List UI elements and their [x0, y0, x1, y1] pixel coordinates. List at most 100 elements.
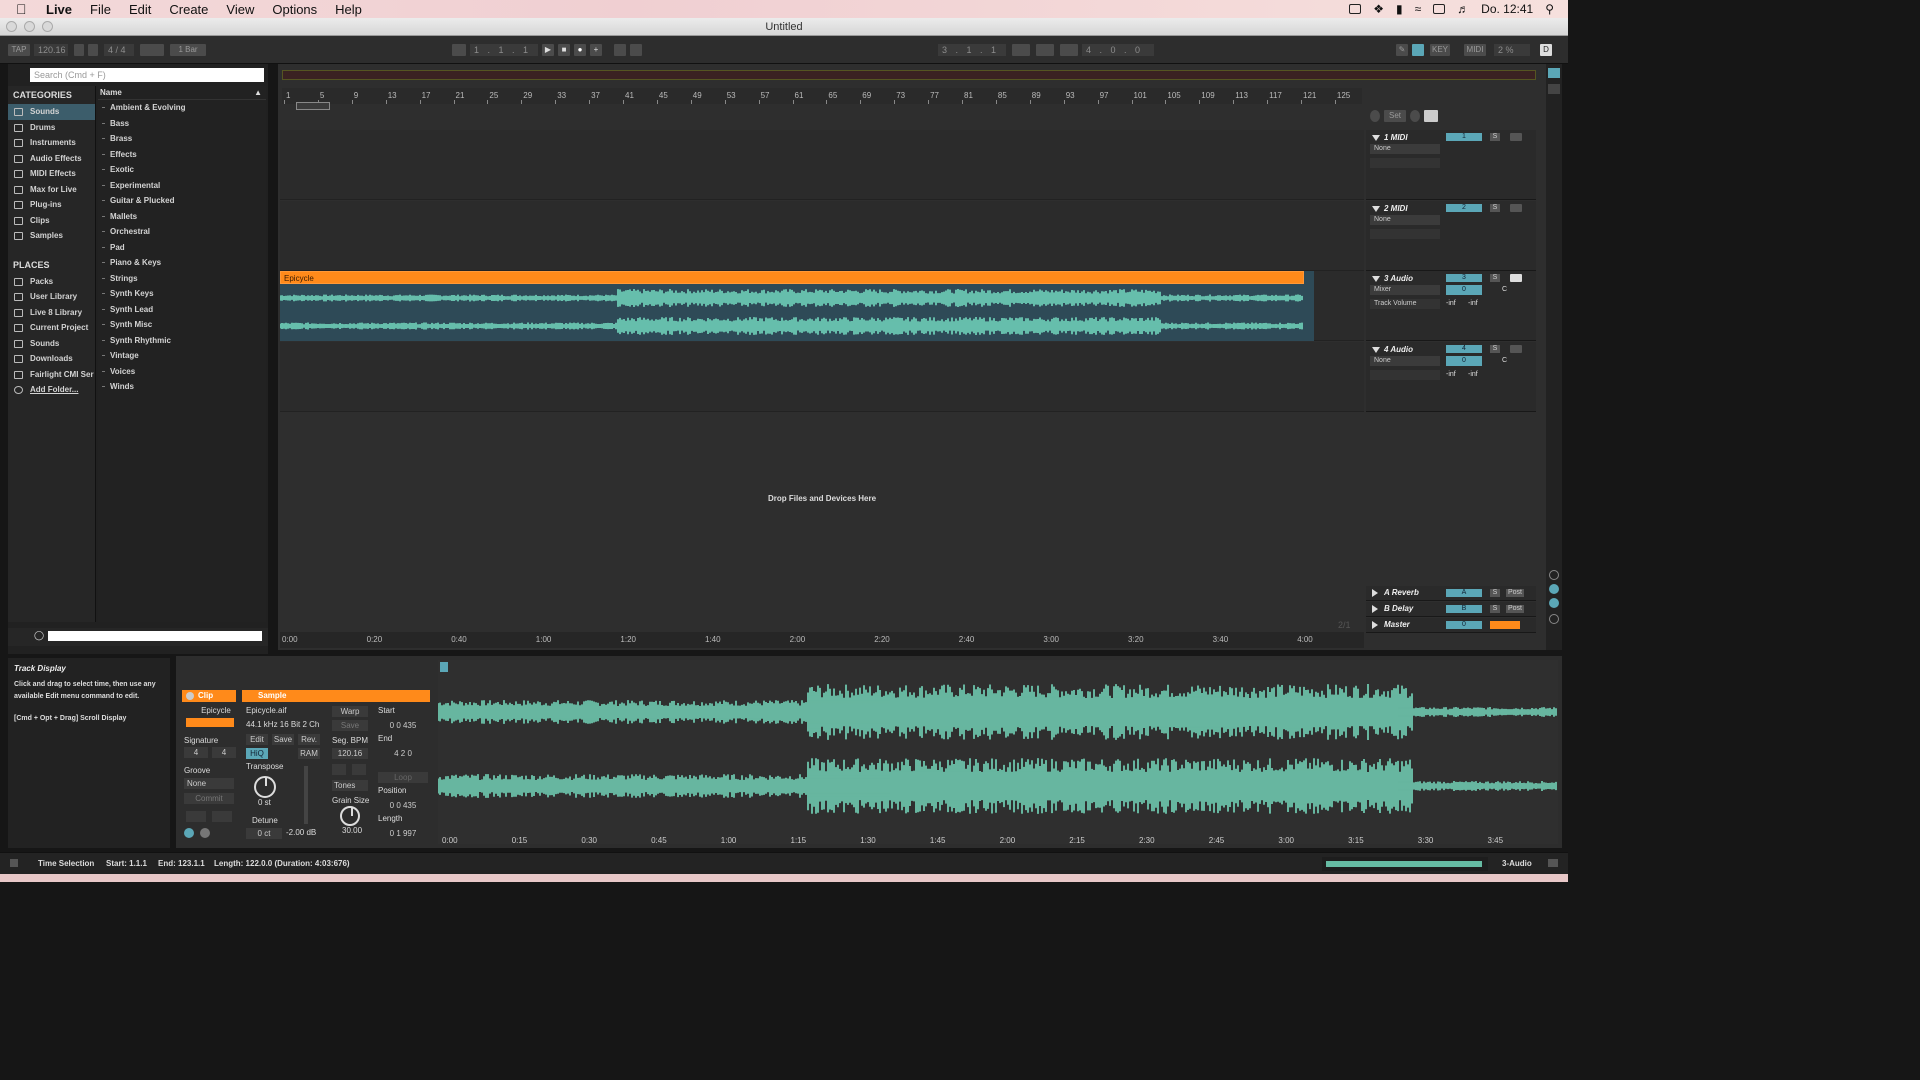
fold-icon[interactable] — [1372, 135, 1380, 141]
input-dropdown[interactable]: None — [1370, 356, 1440, 366]
category-clips[interactable]: Clips — [8, 213, 95, 229]
automation-param-dropdown[interactable]: Track Volume — [1370, 299, 1440, 309]
channel-dropdown[interactable] — [1370, 370, 1440, 380]
browser-list-item[interactable]: Guitar & Plucked — [98, 193, 266, 209]
track-name[interactable]: 3 Audio — [1384, 274, 1413, 283]
place-packs[interactable]: Packs — [8, 274, 95, 290]
place-current-project[interactable]: Current Project — [8, 320, 95, 336]
save-sample-button[interactable]: Save — [272, 734, 294, 745]
loop-brace[interactable] — [296, 102, 330, 110]
return-track-a-reverb[interactable]: A Reverb A S Post — [1366, 586, 1536, 601]
solo-button[interactable]: S — [1490, 605, 1500, 613]
track-activator[interactable]: B — [1446, 605, 1482, 613]
wifi-icon[interactable]: ≈ — [1415, 2, 1422, 16]
arm-icon[interactable] — [1510, 204, 1522, 212]
pan-field[interactable]: C — [1502, 356, 1507, 366]
add-folder-link[interactable]: Add Folder... — [8, 382, 95, 398]
record-button[interactable]: ● — [574, 44, 586, 56]
sample-tab[interactable]: Sample — [242, 690, 430, 702]
sort-arrow-icon[interactable]: ▲ — [254, 86, 262, 100]
category-samples[interactable]: Samples — [8, 228, 95, 244]
nudge-down-icon[interactable] — [74, 44, 84, 56]
fold-icon[interactable] — [1372, 621, 1378, 629]
browser-list-item[interactable]: Exotic — [98, 162, 266, 178]
track-activator[interactable]: A — [1446, 589, 1482, 597]
reverse-button[interactable]: Rev. — [298, 734, 320, 745]
browser-search-input[interactable]: Search (Cmd + F) — [30, 68, 264, 82]
place-sounds[interactable]: Sounds — [8, 336, 95, 352]
category-plug-ins[interactable]: Plug-ins — [8, 197, 95, 213]
place-downloads[interactable]: Downloads — [8, 351, 95, 367]
clip-name-field[interactable]: Epicycle — [196, 706, 236, 715]
follow-icon[interactable] — [452, 44, 466, 56]
battery-icon[interactable]: ▮ — [1396, 2, 1403, 16]
browser-list-item[interactable]: Effects — [98, 147, 266, 163]
track-lane-2-midi[interactable] — [280, 201, 1364, 271]
browser-list-item[interactable]: Voices — [98, 364, 266, 380]
browser-list-item[interactable]: Mallets — [98, 209, 266, 225]
draw-mode-icon[interactable]: ✎ — [1396, 44, 1408, 56]
key-map-button[interactable]: KEY — [1430, 44, 1450, 56]
commit-button[interactable]: Commit — [184, 793, 234, 804]
transpose-value[interactable]: 0 st — [258, 798, 271, 807]
volume-field[interactable]: 0 — [1446, 356, 1482, 366]
track-name[interactable]: B Delay — [1384, 604, 1413, 613]
browser-list-item[interactable]: Synth Lead — [98, 302, 266, 318]
seg-bpm-field[interactable]: 120.16 — [332, 748, 368, 759]
channel-dropdown[interactable] — [1370, 158, 1440, 168]
browser-list-item[interactable]: Bass — [98, 116, 266, 132]
close-window-icon[interactable] — [6, 21, 17, 32]
loop-button[interactable]: Loop — [378, 772, 428, 783]
fold-icon[interactable] — [1372, 276, 1380, 282]
returns-toggle-icon[interactable] — [1549, 598, 1559, 608]
track-activator[interactable]: 4 — [1446, 345, 1482, 353]
stop-button[interactable]: ■ — [558, 44, 570, 56]
fold-icon[interactable] — [1372, 589, 1378, 597]
category-max-for-live[interactable]: Max for Live — [8, 182, 95, 198]
track-activator[interactable]: 2 — [1446, 204, 1482, 212]
menu-edit[interactable]: Edit — [129, 2, 151, 17]
time-ruler[interactable]: 0:00 0:20 0:40 1:00 1:20 1:40 2:00 2:20 2:40 3:00… — [280, 632, 1364, 648]
midi-map-button[interactable]: MIDI — [1464, 44, 1486, 56]
menu-options[interactable]: Options — [272, 2, 317, 17]
clock-label[interactable]: Do. 12:41 — [1481, 2, 1533, 16]
return-track-b-delay[interactable]: B Delay B S Post — [1366, 602, 1536, 617]
edit-button[interactable]: Edit — [246, 734, 268, 745]
solo-button[interactable]: S — [1490, 204, 1500, 212]
loop-start-field[interactable]: 3 . 1 . 1 — [938, 44, 1006, 56]
browser-list-item[interactable]: Pad — [98, 240, 266, 256]
transpose-knob[interactable] — [254, 776, 276, 798]
browser-list-item[interactable]: Strings — [98, 271, 266, 287]
dropbox-icon[interactable]: ❖ — [1373, 2, 1384, 16]
punch-out-icon[interactable] — [1060, 44, 1078, 56]
screen-record-icon[interactable] — [1349, 4, 1362, 14]
input-dropdown[interactable]: None — [1370, 144, 1440, 154]
category-midi-effects[interactable]: MIDI Effects — [8, 166, 95, 182]
place-user-library[interactable]: User Library — [8, 289, 95, 305]
gain-value[interactable]: -2.00 dB — [286, 828, 316, 837]
clip-title[interactable]: Epicycle — [280, 271, 1304, 284]
solo-button[interactable]: S — [1490, 589, 1500, 597]
info-toggle-icon[interactable] — [10, 859, 18, 867]
browser-list-item[interactable]: Piano & Keys — [98, 255, 266, 271]
category-sounds[interactable]: Sounds — [8, 104, 95, 120]
menu-view[interactable]: View — [226, 2, 254, 17]
track-name[interactable]: 1 MIDI — [1384, 133, 1408, 142]
zoom-window-icon[interactable] — [42, 21, 53, 32]
track-name[interactable]: 2 MIDI — [1384, 204, 1408, 213]
arm-icon[interactable] — [1510, 345, 1522, 353]
play-button[interactable]: ▶ — [542, 44, 554, 56]
automation-device-dropdown[interactable]: Mixer — [1370, 285, 1440, 295]
set-locator-button[interactable]: Set — [1384, 110, 1406, 122]
start-marker-icon[interactable] — [440, 662, 448, 672]
browser-list-item[interactable]: Ambient & Evolving — [98, 100, 266, 116]
position-field[interactable]: 0 0 435 — [378, 800, 428, 811]
computer-keyboard-icon[interactable] — [1412, 44, 1424, 56]
groove-dropdown[interactable]: None — [184, 778, 234, 789]
grain-size-knob[interactable] — [340, 806, 360, 826]
length-field[interactable]: 0 1 997 — [378, 828, 428, 839]
browser-list-item[interactable]: Orchestral — [98, 224, 266, 240]
solo-button[interactable]: S — [1490, 274, 1500, 282]
menu-create[interactable]: Create — [169, 2, 208, 17]
browser-list-item[interactable]: Vintage — [98, 348, 266, 364]
